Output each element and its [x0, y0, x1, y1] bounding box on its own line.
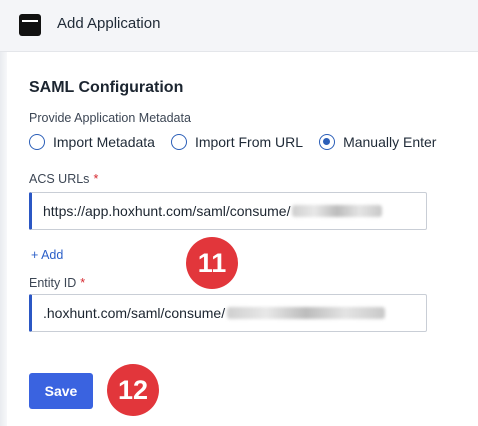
step-badge-11: 11 — [186, 237, 238, 289]
entity-id-value: .hoxhunt.com/saml/consume/ — [43, 305, 226, 321]
dialog-title: Add Application — [57, 15, 161, 32]
required-marker: * — [93, 172, 99, 186]
add-acs-url-link[interactable]: + Add — [31, 248, 63, 262]
radio-import-from-url[interactable]: Import From URL — [170, 134, 304, 150]
add-application-dialog: Add Application SAML Configuration Provi… — [0, 0, 478, 426]
entity-id-label-text: Entity ID — [29, 276, 77, 290]
radio-label: Manually Enter — [343, 134, 437, 150]
radio-circle-selected[interactable] — [319, 134, 336, 150]
radio-manually-enter[interactable]: Manually Enter — [319, 134, 436, 150]
dialog-header: Add Application — [0, 0, 478, 52]
required-marker: * — [80, 276, 86, 290]
radio-import-metadata[interactable]: Import Metadata — [29, 134, 155, 150]
save-button[interactable]: Save — [29, 373, 93, 409]
entity-id-input[interactable]: .hoxhunt.com/saml/consume/ — [29, 294, 427, 332]
background-page-edge — [0, 52, 7, 426]
acs-urls-label-text: ACS URLs — [29, 172, 90, 186]
acs-url-input[interactable]: https://app.hoxhunt.com/saml/consume/ — [29, 192, 427, 230]
step-badge-12: 12 — [107, 364, 159, 416]
entity-id-label: Entity ID * — [29, 276, 85, 290]
acs-url-value: https://app.hoxhunt.com/saml/consume/ — [43, 203, 291, 219]
radio-label: Import From URL — [194, 134, 304, 150]
acs-urls-label: ACS URLs * — [29, 172, 98, 186]
metadata-radio-group: Import Metadata Import From URL Manually… — [29, 132, 452, 152]
radio-label: Import Metadata — [53, 134, 155, 150]
section-title: SAML Configuration — [29, 79, 184, 96]
redacted-text — [292, 205, 383, 217]
dialog-body — [7, 52, 478, 426]
window-icon — [19, 14, 41, 36]
redacted-text — [227, 307, 386, 319]
radio-circle[interactable] — [29, 134, 45, 150]
radio-circle[interactable] — [170, 134, 187, 150]
metadata-label: Provide Application Metadata — [29, 111, 191, 125]
